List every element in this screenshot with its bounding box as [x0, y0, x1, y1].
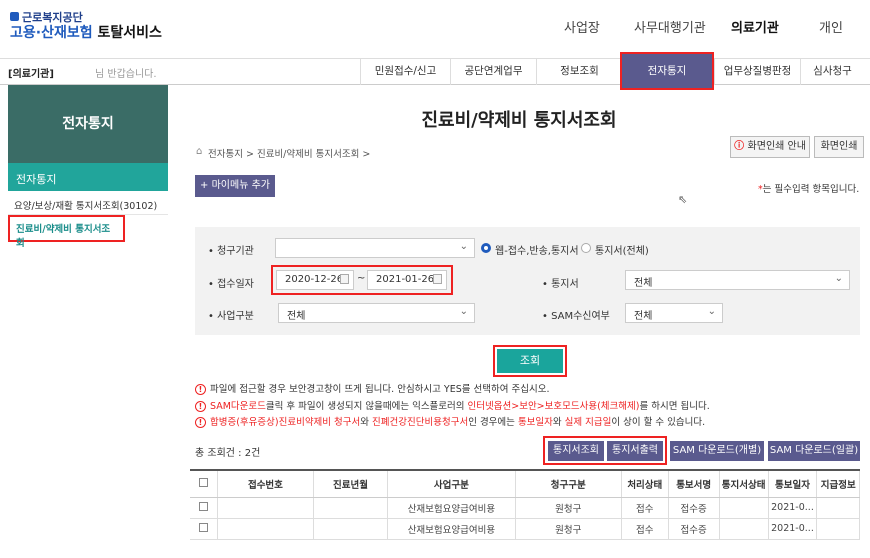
col-status[interactable]: 처리상태 [621, 469, 669, 498]
print-button[interactable]: 화면인쇄 [814, 136, 864, 158]
sam-download-all-button[interactable]: SAM 다운로드(일괄) [768, 441, 860, 461]
claim-org-label: • 청구기관 [208, 246, 254, 257]
cell: 접수증 [668, 518, 720, 540]
col-treat-month[interactable]: 진료년월 [313, 469, 389, 498]
cell [816, 497, 860, 519]
sidebar-header: 전자통지 [8, 85, 168, 163]
sam-select[interactable]: 전체 ⌄ [625, 303, 723, 323]
notice-label: • 통지서 [542, 279, 579, 290]
menu-disease[interactable]: 업무상질병판정 [714, 58, 800, 85]
table-row[interactable]: 산재보험요양급여비용 원청구 접수 접수증 2021-0... [190, 518, 860, 540]
results-table: 접수번호 진료년월 사업구분 청구구분 처리상태 통보서명 통지서상태 통보일자… [190, 469, 860, 540]
cell: 접수 [621, 497, 669, 519]
logo-part2: 토탈서비스 [92, 25, 162, 41]
alert-icon: ! [195, 417, 206, 428]
col-claim-type[interactable]: 청구구분 [515, 469, 622, 498]
mouse-cursor-icon: ⇖ [678, 193, 688, 206]
date-from-input[interactable]: 2020-12-26 [276, 270, 354, 290]
biz-select[interactable]: 전체 ⌄ [278, 303, 475, 323]
col-notice-name[interactable]: 통보서명 [668, 469, 720, 498]
menu-enotice[interactable]: 전자통지 [620, 52, 714, 90]
col-receipt-no[interactable]: 접수번호 [217, 469, 314, 498]
radio-web[interactable] [481, 243, 491, 253]
greeting: 님 반갑습니다. [95, 69, 157, 80]
sidebar-item-medical-notice[interactable]: 요양/보상/재활 통지서조회(30102) [8, 193, 168, 215]
cell [816, 518, 860, 540]
required-note-text: 는 필수입력 항목입니다. [762, 184, 860, 195]
row-checkbox[interactable] [190, 518, 219, 540]
logo-part1: 고용·산재보험 [10, 25, 93, 41]
role-label: [의료기관] [8, 69, 54, 80]
breadcrumb: 전자통지 > 진료비/약제비 통지서조회 > [208, 149, 371, 160]
menu-info[interactable]: 정보조회 [536, 58, 622, 85]
cell: 원청구 [515, 518, 622, 540]
total-count: 총 조회건 : 2건 [195, 448, 261, 459]
topnav-business[interactable]: 사업장 [564, 17, 600, 36]
biz-label: • 사업구분 [208, 311, 254, 322]
calendar-icon[interactable] [340, 274, 349, 284]
col-notice-status[interactable]: 통지서상태 [719, 469, 769, 498]
date-to-input[interactable]: 2021-01-26 [367, 270, 447, 290]
date-label: • 접수일자 [208, 279, 254, 290]
cell [313, 497, 389, 519]
cell [313, 518, 389, 540]
search-highlight: 조회 [493, 345, 567, 377]
menu-link[interactable]: 공단연계업무 [450, 58, 536, 85]
cell: 원청구 [515, 497, 622, 519]
notice-print-button[interactable]: 통지서출력 [607, 441, 663, 461]
sidebar-category[interactable]: 전자통지 [8, 163, 168, 191]
table-header-row: 접수번호 진료년월 사업구분 청구구분 처리상태 통보서명 통지서상태 통보일자… [190, 469, 860, 498]
cell [719, 497, 769, 519]
sam-download-single-button[interactable]: SAM 다운로드(개별) [670, 441, 764, 461]
cell: 산재보험요양급여비용 [387, 497, 516, 519]
print-guide-label: 화면인쇄 안내 [747, 141, 806, 152]
logo[interactable]: 고용·산재보험 토탈서비스 [10, 22, 162, 42]
required-note: *는 필수입력 항목입니다. [758, 181, 859, 195]
sidebar-item-fee-notice[interactable]: 진료비/약제비 통지서조회 [8, 215, 125, 249]
chevron-down-icon: ⌄ [707, 306, 716, 317]
chevron-down-icon: ⌄ [834, 273, 843, 284]
col-notice-date[interactable]: 통보일자 [768, 469, 818, 498]
date-tilde: ~ [357, 273, 366, 284]
menu-review[interactable]: 심사청구 [800, 58, 864, 85]
claim-org-select[interactable]: ⌄ [275, 238, 475, 258]
cell: 산재보험요양급여비용 [387, 518, 516, 540]
search-button[interactable]: 조회 [497, 349, 563, 373]
page-title: 진료비/약제비 통지서조회 [421, 110, 617, 131]
row-checkbox[interactable] [190, 497, 219, 519]
notice-select[interactable]: 전체 ⌄ [625, 270, 850, 290]
menu-civil[interactable]: 민원접수/신고 [360, 58, 450, 85]
info-icon: ⓘ [734, 141, 748, 152]
radio-all-label: 통지서(전체) [595, 246, 649, 257]
print-guide-button[interactable]: ⓘ 화면인쇄 안내 [730, 136, 810, 158]
notice-line-3: ! 합병증(후유증상)진료비약제비 청구서와 진폐건강진단비용청구서인 경우에는 … [195, 414, 705, 428]
cell: 접수증 [668, 497, 720, 519]
radio-all[interactable] [581, 243, 591, 253]
chevron-down-icon: ⌄ [459, 306, 468, 317]
cell: 2021-0... [768, 518, 818, 540]
select-all-checkbox[interactable] [190, 469, 219, 498]
cell: 2021-0... [768, 497, 818, 519]
notice-line-1: ! 파일에 접근할 경우 보안경고창이 뜨게 됩니다. 안심하시고 YES를 선택… [195, 381, 549, 395]
topnav-agency[interactable]: 사무대행기관 [634, 17, 706, 36]
alert-icon: ! [195, 384, 206, 395]
cell [217, 518, 314, 540]
add-my-menu-button[interactable]: + 마이메뉴 추가 [195, 175, 275, 197]
cell [719, 518, 769, 540]
topnav-personal[interactable]: 개인 [819, 17, 843, 36]
sam-label: • SAM수신여부 [542, 311, 610, 322]
cell: 접수 [621, 518, 669, 540]
table-row[interactable]: 산재보험요양급여비용 원청구 접수 접수증 2021-0... [190, 497, 860, 519]
alert-icon: ! [195, 401, 206, 412]
notice-view-button[interactable]: 통지서조회 [548, 441, 604, 461]
col-biz-type[interactable]: 사업구분 [387, 469, 516, 498]
radio-web-label: 웹-접수,반송,통지서 [495, 246, 579, 257]
topnav-medical[interactable]: 의료기관 [731, 17, 779, 36]
notice-line-2: ! SAM다운로드클릭 후 파일이 생성되지 않을때에는 익스플로러의 인터넷옵션… [195, 398, 710, 412]
calendar-icon[interactable] [433, 274, 442, 284]
cell [217, 497, 314, 519]
col-payment-info[interactable]: 지급정보 [816, 469, 860, 498]
chevron-down-icon: ⌄ [459, 241, 468, 252]
home-icon[interactable]: ⌂ [196, 146, 202, 157]
